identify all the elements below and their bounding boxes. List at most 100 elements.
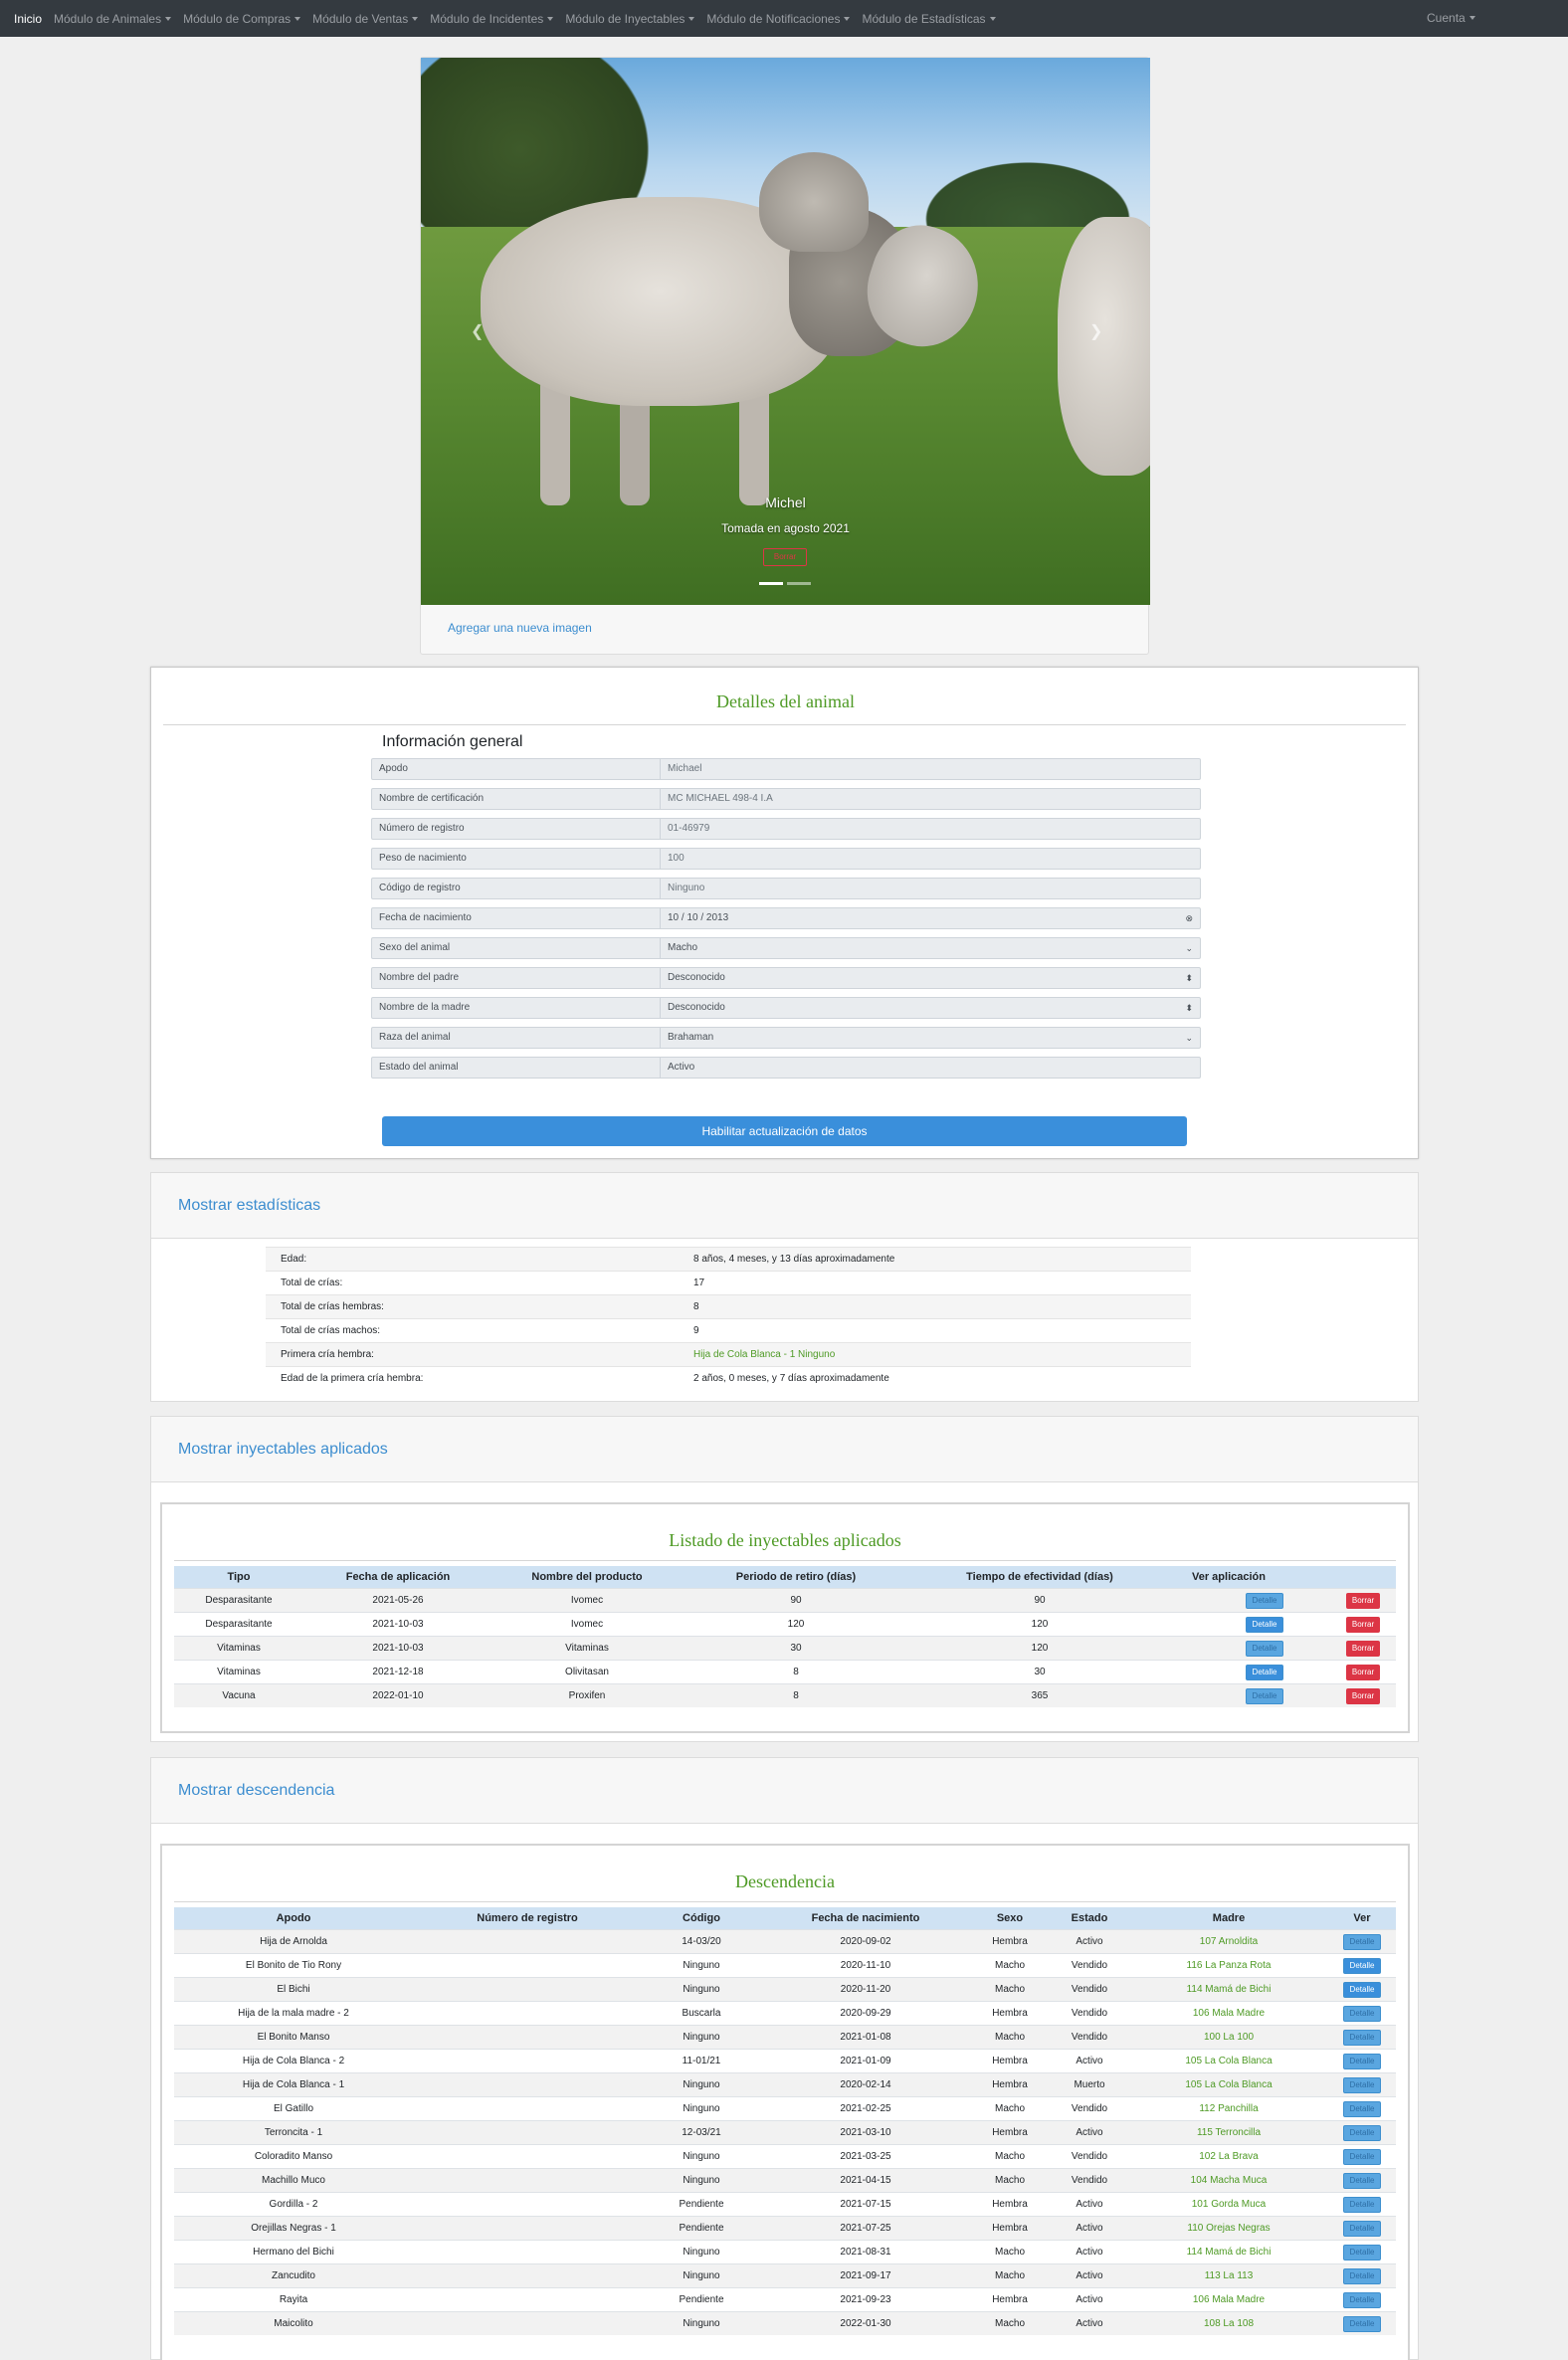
nav-item-4[interactable]: Módulo de Incidentes [430,12,554,26]
mother-link[interactable]: 105 La Cola Blanca [1129,2073,1328,2097]
mother-link[interactable]: 107 Arnoldita [1129,1930,1328,1954]
table-row: Desparasitante 2021-05-26 Ivomec 90 90 Detall… [174,1588,1396,1612]
nav-item-7[interactable]: Módulo de Estadísticas [862,12,996,26]
offspring-section-header[interactable]: Mostrar descendencia [151,1758,1418,1824]
enable-update-button[interactable]: Habilitar actualización de datos [382,1116,1187,1146]
chevron-down-icon[interactable]: ⌄ [1185,938,1193,958]
detail-button[interactable]: Detalle [1343,2006,1381,2022]
chevron-down-icon[interactable]: ⌄ [1185,1028,1193,1048]
mother-link[interactable]: 116 La Panza Rota [1129,1954,1328,1978]
detail-button[interactable]: Detalle [1246,1593,1283,1609]
field-value[interactable]: Macho ⌄ [661,938,1200,958]
field-value[interactable]: 01-46979 [661,819,1200,839]
table-cell: 14-03/20 [682,1936,721,1947]
stat-value: 8 años, 4 meses, y 13 días aproximadamen… [693,1254,895,1265]
delete-image-button[interactable]: Borrar [763,548,807,566]
mother-link[interactable]: 106 Mala Madre [1129,2288,1328,2312]
detail-button[interactable]: Detalle [1343,1958,1381,1974]
stats-section-header[interactable]: Mostrar estadísticas [151,1173,1418,1239]
detail-button[interactable]: Detalle [1343,2101,1381,2117]
stat-label: Primera cría hembra: [281,1349,374,1360]
nav-item-0[interactable]: Inicio [14,12,42,26]
table-cell: Vendido [1071,2151,1108,2162]
column-header: Tiempo de efectividad (días) [966,1571,1113,1583]
detail-button[interactable]: Detalle [1343,2245,1381,2261]
field-row: Peso de nacimiento 100 [371,848,1201,870]
detail-button[interactable]: Detalle [1343,2077,1381,2093]
detail-button[interactable]: Detalle [1343,2125,1381,2141]
table-cell: Buscarla [682,2008,721,2019]
nav-item-2[interactable]: Módulo de Compras [183,12,301,26]
field-row: Sexo del animal Macho ⌄ [371,937,1201,959]
nav-item-1[interactable]: Módulo de Animales [54,12,172,26]
detail-button[interactable]: Detalle [1343,2292,1381,2308]
delete-button[interactable]: Borrar [1346,1617,1380,1633]
field-value[interactable]: Brahaman ⌄ [661,1028,1200,1048]
mother-link[interactable]: 100 La 100 [1129,2026,1328,2050]
mother-link[interactable]: 110 Orejas Negras [1129,2217,1328,2241]
stat-value[interactable]: Hija de Cola Blanca - 1 Ninguno [693,1343,835,1367]
mother-link[interactable]: 113 La 113 [1129,2264,1328,2288]
mother-link[interactable]: 108 La 108 [1129,2312,1328,2336]
mother-link[interactable]: 105 La Cola Blanca [1129,2050,1328,2073]
field-value[interactable]: 100 [661,849,1200,869]
mother-link[interactable]: 106 Mala Madre [1129,2002,1328,2026]
mother-link[interactable]: 114 Mamá de Bichi [1129,1978,1328,2002]
show-injectables-link[interactable]: Mostrar inyectables aplicados [178,1441,388,1459]
select-arrows-icon[interactable]: ⬍ [1185,998,1193,1018]
select-arrows-icon[interactable]: ⬍ [1185,968,1193,988]
mother-link[interactable]: 102 La Brava [1129,2145,1328,2169]
delete-button[interactable]: Borrar [1346,1688,1380,1704]
detail-button[interactable]: Detalle [1343,2054,1381,2069]
detail-button[interactable]: Detalle [1343,2030,1381,2046]
delete-button[interactable]: Borrar [1346,1641,1380,1657]
show-stats-link[interactable]: Mostrar estadísticas [178,1197,320,1215]
carousel-indicator[interactable] [759,582,783,585]
detail-button[interactable]: Detalle [1246,1617,1283,1633]
field-value[interactable]: Desconocido ⬍ [661,968,1200,988]
detail-button[interactable]: Detalle [1343,2316,1381,2332]
detail-button[interactable]: Detalle [1343,2268,1381,2284]
detail-button[interactable]: Detalle [1343,2149,1381,2165]
mother-link[interactable]: 104 Macha Muca [1129,2169,1328,2193]
nav-item-6[interactable]: Módulo de Notificaciones [706,12,851,26]
table-cell: Ivomec [570,1595,604,1606]
detail-button[interactable]: Detalle [1343,1982,1381,1998]
clear-date-icon[interactable]: ⊗ [1185,908,1193,928]
detail-button[interactable]: Detalle [1246,1665,1283,1680]
delete-button[interactable]: Borrar [1346,1593,1380,1609]
mother-link[interactable]: 112 Panchilla [1129,2097,1328,2121]
detail-button[interactable]: Detalle [1246,1688,1283,1704]
detail-button[interactable]: Detalle [1343,2221,1381,2237]
field-value[interactable]: Ninguno [661,879,1200,898]
mother-link[interactable]: 101 Gorda Muca [1129,2193,1328,2217]
detail-button[interactable]: Detalle [1343,2173,1381,2189]
injectables-section-header[interactable]: Mostrar inyectables aplicados [151,1417,1418,1482]
account-menu[interactable]: Cuenta [1427,11,1475,25]
add-image-link[interactable]: Agregar una nueva imagen [448,621,592,635]
nav-item-3[interactable]: Módulo de Ventas [312,12,419,26]
table-row: Vacuna 2022-01-10 Proxifen 8 365 Detalle Borra… [174,1683,1396,1707]
mother-link[interactable]: 114 Mamá de Bichi [1129,2241,1328,2264]
field-label: Nombre del padre [372,968,661,988]
field-value[interactable]: MC MICHAEL 498-4 I.A [661,789,1200,809]
mother-link[interactable]: 115 Terroncilla [1129,2121,1328,2145]
show-offspring-link[interactable]: Mostrar descendencia [178,1782,334,1800]
account-label: Cuenta [1427,11,1466,25]
field-value[interactable]: Activo [661,1058,1200,1078]
detail-button[interactable]: Detalle [1343,1934,1381,1950]
field-value[interactable]: Desconocido ⬍ [661,998,1200,1018]
carousel-indicator[interactable] [787,582,811,585]
delete-button[interactable]: Borrar [1346,1665,1380,1680]
field-value[interactable]: Michael [661,759,1200,779]
detail-button[interactable]: Detalle [1246,1641,1283,1657]
table-cell: 120 [1031,1643,1049,1654]
chevron-right-icon[interactable]: ❯ [1089,321,1102,341]
field-value[interactable]: 10 / 10 / 2013 ⊗ [661,908,1200,928]
field-label: Estado del animal [372,1058,661,1078]
stat-value: 9 [693,1325,699,1336]
animal-photo-carousel: ❮ ❯ Michel Tomada en agosto 2021 Borrar [421,58,1150,605]
chevron-left-icon[interactable]: ❮ [471,321,484,341]
nav-item-5[interactable]: Módulo de Inyectables [565,12,695,26]
detail-button[interactable]: Detalle [1343,2197,1381,2213]
